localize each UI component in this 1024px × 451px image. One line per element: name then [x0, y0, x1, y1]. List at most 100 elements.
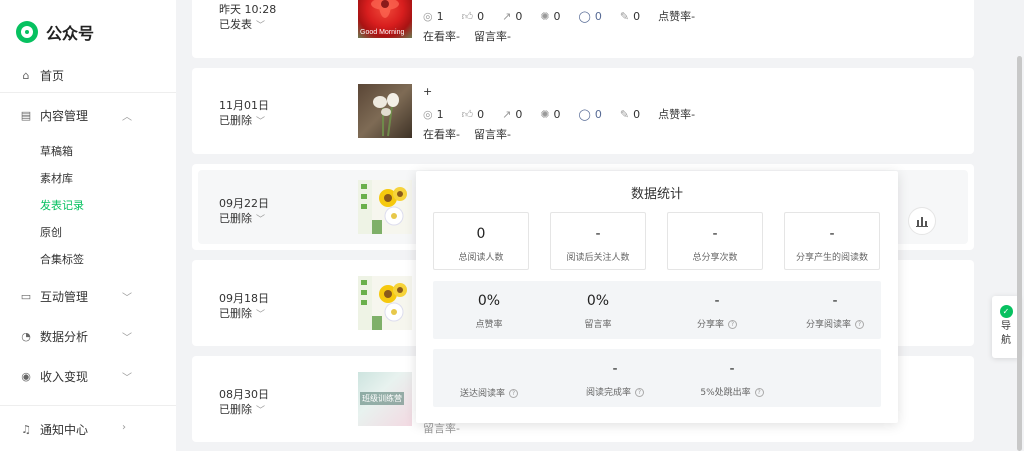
stats-toggle-button[interactable] — [908, 207, 936, 235]
chevron-up-icon[interactable]: ︿ — [122, 108, 132, 123]
flower-image — [373, 93, 399, 137]
nav-analytics-label: 数据分析 — [40, 330, 89, 344]
nav-interaction-label: 互动管理 — [40, 290, 89, 304]
wechat-logo-icon — [16, 21, 38, 43]
eye-icon: ◎ — [423, 107, 433, 121]
wow-count: 0 — [553, 9, 561, 23]
like-rate: 点赞率- — [658, 108, 696, 121]
nav-home[interactable]: ⌂ 首页 — [20, 67, 65, 84]
brand-logo[interactable]: 公众号 — [16, 20, 94, 44]
sub-original[interactable]: 原创 — [40, 224, 62, 240]
sub-collection-tags[interactable]: 合集标签 — [40, 251, 84, 267]
sub-drafts[interactable]: 草稿箱 — [40, 143, 73, 159]
chevron-down-icon: ﹀ — [256, 406, 266, 416]
views-count: 1 — [436, 107, 444, 121]
scrollbar[interactable] — [1017, 56, 1022, 451]
post-status-label: 已发表 — [219, 18, 252, 31]
nav-monetization[interactable]: ◉ 收入变现 — [20, 368, 88, 385]
sunflower-image — [358, 180, 407, 234]
post-thumbnail[interactable]: Good Morning — [358, 0, 412, 38]
stat-label: 阅读完成率 — [585, 388, 631, 398]
help-icon[interactable]: ? — [728, 320, 737, 329]
post-status-label: 已删除 — [219, 114, 252, 127]
share-icon: ↗ — [502, 9, 512, 23]
flower-image: Good Morning — [360, 0, 404, 36]
chevron-down-icon: ﹀ — [256, 117, 266, 127]
stat-value: - — [729, 361, 735, 377]
chat-icon: ▭ — [20, 290, 32, 303]
stat-group: 送达阅读率? - 阅读完成率? - 5%处跳出率? — [433, 349, 881, 407]
stat-label: 总分享次数 — [692, 253, 738, 263]
stat-label: 5%处跳出率 — [700, 388, 751, 398]
post-card[interactable]: 11月01日 已删除 ﹀ + ◎ 1 👍︎ 0 ↗ 0 ✺ 0 ◯ 0 ✎ 0 点赞率- 在看… — [192, 68, 974, 154]
stat-label: 分享阅读率 — [805, 320, 851, 330]
help-icon[interactable]: ? — [855, 320, 864, 329]
sub-materials[interactable]: 素材库 — [40, 170, 73, 186]
brand-name: 公众号 — [46, 24, 95, 43]
sidebar: 公众号 ⌂ 首页 ▤ 内容管理 ︿ 草稿箱 素材库 发表记录 原创 合集标签 ▭… — [0, 0, 176, 451]
comments-count: 0 — [594, 9, 602, 23]
post-thumbnail[interactable] — [358, 84, 412, 138]
post-status[interactable]: 已删除 ﹀ — [219, 401, 265, 417]
pen-icon: ✎ — [619, 9, 630, 23]
stat-label: 阅读后关注人数 — [566, 253, 630, 263]
post-thumbnail[interactable]: 班级训练营 — [358, 372, 412, 426]
chevron-down-icon[interactable]: ﹀ — [122, 289, 132, 304]
post-status[interactable]: 已删除 ﹀ — [219, 112, 265, 128]
check-icon: ✓ — [999, 305, 1013, 318]
nav-interaction[interactable]: ▭ 互动管理 — [20, 288, 88, 305]
views-count: 1 — [436, 9, 444, 23]
pie-chart-icon: ◔ — [21, 330, 31, 343]
sub-publish-records[interactable]: 发表记录 — [40, 197, 84, 213]
popup-title: 数据统计 — [630, 187, 683, 202]
comment-icon: ◯ — [578, 9, 591, 23]
post-title[interactable]: + — [423, 85, 432, 98]
guide-label: 航 — [1001, 335, 1011, 346]
post-thumbnail[interactable] — [358, 276, 412, 330]
post-card[interactable]: 昨天 10:28 已发表 ﹀ Good Morning ◎ 1 👍︎ 0 ↗ 0 ✺ 0 … — [192, 0, 974, 58]
stat-label: 点赞率 — [475, 320, 503, 330]
post-rates: 在看率- 留言率- — [423, 126, 525, 142]
chevron-down-icon[interactable]: ﹀ — [122, 369, 132, 384]
pen-icon: ✎ — [619, 107, 630, 121]
help-icon[interactable]: ? — [754, 388, 764, 397]
guide-button[interactable]: ✓ 导 航 — [992, 296, 1020, 358]
stat-label: 分享率 — [696, 320, 724, 330]
nav-content[interactable]: ▤ 内容管理 — [20, 107, 88, 124]
thumb-up-icon: 👍︎ — [461, 9, 474, 23]
share-icon: ↗ — [502, 107, 512, 121]
stat-box: - 阅读后关注人数 — [550, 212, 646, 270]
comments-count: 0 — [594, 107, 602, 121]
stat-cell: 0% 点赞率 — [433, 293, 545, 330]
coin-icon: ◉ — [21, 370, 31, 383]
likes-count: 0 — [477, 107, 485, 121]
chevron-down-icon[interactable]: ﹀ — [122, 329, 132, 344]
help-icon[interactable]: ? — [509, 389, 518, 398]
nav-home-label: 首页 — [40, 69, 65, 83]
divider — [0, 92, 176, 93]
stat-label: 送达阅读率 — [459, 389, 505, 399]
edits-count: 0 — [633, 9, 641, 23]
stat-value: - — [829, 226, 835, 242]
comment-rate: 留言率- — [473, 128, 511, 141]
stat-value: - — [712, 226, 718, 242]
stat-box: - 分享产生的阅读数 — [784, 212, 880, 270]
nav-notifications[interactable]: ♫ 通知中心 — [20, 421, 88, 438]
nav-analytics[interactable]: ◔ 数据分析 — [20, 328, 88, 345]
looking-rate: 在看率- — [423, 128, 460, 141]
post-status[interactable]: 已删除 ﹀ — [219, 210, 265, 226]
stat-group: 0% 点赞率 0% 留言率 - 分享率? - 分享阅读率? — [433, 281, 881, 339]
help-icon[interactable]: ? — [635, 388, 644, 397]
edits-count: 0 — [633, 107, 641, 121]
stats-popup: 数据统计 0 总阅读人数 - 阅读后关注人数 - 总分享次数 - 分享产生的阅读… — [416, 171, 898, 423]
post-status[interactable]: 已发表 ﹀ — [219, 16, 265, 32]
chevron-down-icon: ﹀ — [256, 21, 266, 31]
post-thumbnail[interactable] — [358, 180, 412, 234]
sunflower-image — [358, 276, 407, 330]
stat-value: - — [612, 361, 618, 377]
post-status[interactable]: 已删除 ﹀ — [219, 305, 265, 321]
chevron-right-icon[interactable]: › — [122, 422, 126, 433]
eye-icon: ◎ — [423, 9, 433, 23]
post-date: 08月30日 — [219, 388, 269, 401]
divider — [0, 405, 176, 406]
